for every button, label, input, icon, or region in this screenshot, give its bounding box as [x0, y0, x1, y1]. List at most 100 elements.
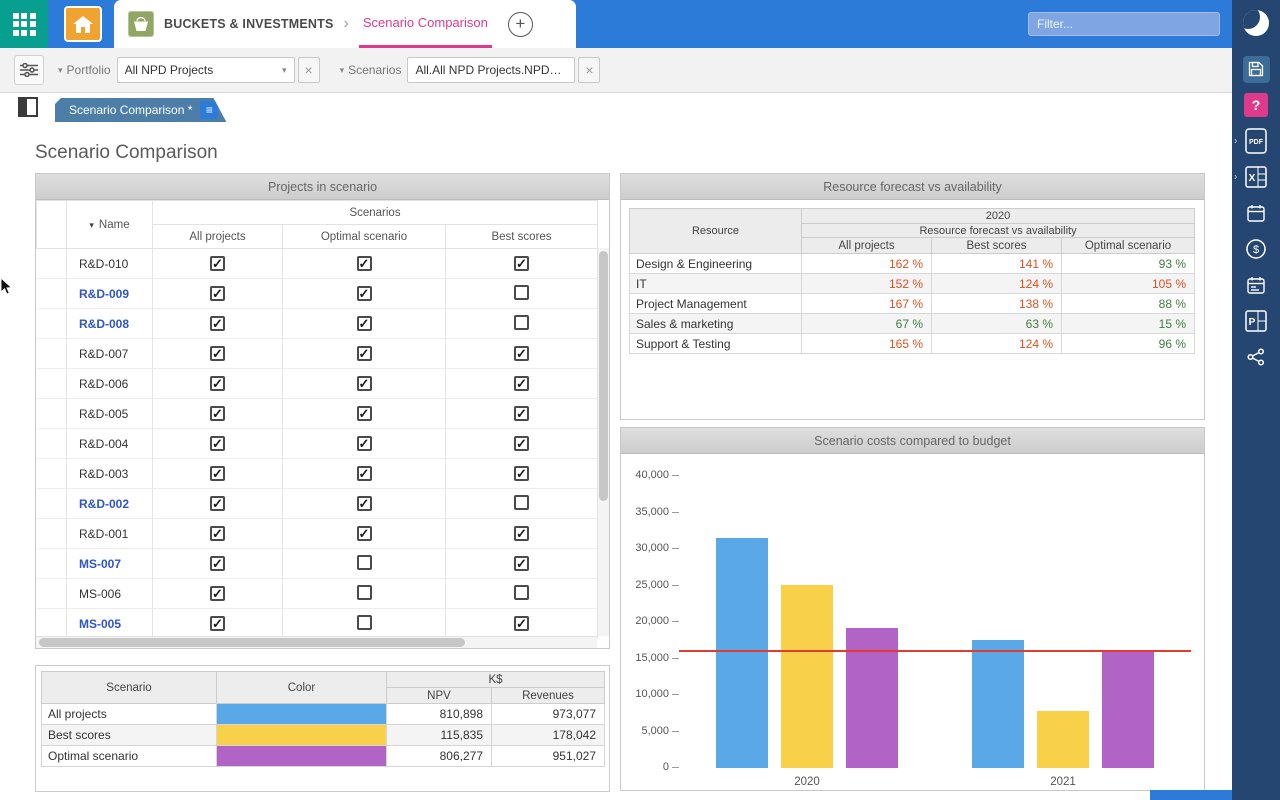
column-header-all-projects[interactable]: All projects: [153, 225, 283, 249]
scenario-checkbox[interactable]: ✓: [210, 376, 225, 391]
scenario-checkbox[interactable]: ✓: [514, 466, 529, 481]
add-tab-button[interactable]: +: [508, 12, 533, 37]
project-name-link[interactable]: R&D-009: [67, 279, 153, 309]
scenario-checkbox[interactable]: ✓: [357, 526, 372, 541]
scenario-checkbox[interactable]: ✓: [357, 406, 372, 421]
filter-toolbar: ▾ Portfolio All NPD Projects ▾ × ▾ Scena…: [0, 48, 1232, 93]
project-name-link[interactable]: MS-005: [67, 609, 153, 639]
scenario-checkbox[interactable]: ✓: [210, 436, 225, 451]
project-name-link[interactable]: R&D-005: [67, 399, 153, 429]
home-button[interactable]: [64, 6, 102, 42]
scenario-checkbox[interactable]: [514, 315, 529, 330]
project-row: R&D-009 ✓ ✓: [37, 279, 598, 309]
scenario-checkbox[interactable]: ✓: [210, 286, 225, 301]
column-header-optimal-scenario: Optimal scenario: [1062, 238, 1195, 254]
scenario-checkbox[interactable]: [357, 615, 372, 630]
scenario-checkbox[interactable]: ✓: [357, 376, 372, 391]
scenario-checkbox[interactable]: ✓: [514, 616, 529, 631]
row-selector-cell[interactable]: [37, 489, 67, 519]
active-view-tab[interactable]: Scenario Comparison: [359, 0, 492, 48]
row-selector-cell[interactable]: [37, 339, 67, 369]
project-name-link[interactable]: MS-007: [67, 549, 153, 579]
apps-grid-button[interactable]: [0, 0, 48, 48]
scenario-checkbox[interactable]: ✓: [210, 616, 225, 631]
row-selector-cell[interactable]: [37, 399, 67, 429]
filter-input[interactable]: [1028, 12, 1220, 36]
pdf-export-button[interactable]: › PDF: [1232, 126, 1280, 156]
scenario-checkbox[interactable]: ✓: [357, 316, 372, 331]
project-name-link[interactable]: R&D-004: [67, 429, 153, 459]
module-tab-label[interactable]: BUCKETS & INVESTMENTS: [164, 17, 334, 31]
checkbox-cell: ✓: [446, 339, 598, 369]
scenario-checkbox[interactable]: ✓: [514, 556, 529, 571]
save-button[interactable]: [1232, 54, 1280, 84]
scenario-checkbox[interactable]: ✓: [357, 496, 372, 511]
project-name-link[interactable]: R&D-002: [67, 489, 153, 519]
row-selector-cell[interactable]: [37, 369, 67, 399]
scenario-checkbox[interactable]: ✓: [210, 526, 225, 541]
scenario-checkbox[interactable]: ✓: [357, 466, 372, 481]
cost-view-button[interactable]: $: [1232, 234, 1280, 264]
view-tab[interactable]: Scenario Comparison * ≡: [55, 98, 226, 122]
scenario-checkbox[interactable]: ✓: [210, 256, 225, 271]
scenario-checkbox[interactable]: ✓: [210, 556, 225, 571]
project-name-link[interactable]: MS-006: [67, 579, 153, 609]
row-selector-cell[interactable]: [37, 429, 67, 459]
scenario-checkbox[interactable]: ✓: [357, 256, 372, 271]
scenario-checkbox[interactable]: [514, 585, 529, 600]
vertical-scrollbar-thumb[interactable]: [599, 251, 608, 501]
scenario-checkbox[interactable]: ✓: [514, 256, 529, 271]
project-name-link[interactable]: R&D-010: [67, 249, 153, 279]
column-header-best-scores[interactable]: Best scores: [446, 225, 598, 249]
scenario-checkbox[interactable]: ✓: [210, 406, 225, 421]
clear-scenarios-button[interactable]: ×: [578, 57, 600, 83]
scenario-checkbox[interactable]: ✓: [210, 466, 225, 481]
scenario-checkbox[interactable]: ✓: [210, 586, 225, 601]
share-button[interactable]: [1232, 342, 1280, 372]
scenario-checkbox[interactable]: [514, 285, 529, 300]
scenario-checkbox[interactable]: ✓: [357, 346, 372, 361]
row-selector-cell[interactable]: [37, 309, 67, 339]
scenario-checkbox[interactable]: [357, 555, 372, 570]
row-selector-cell[interactable]: [37, 519, 67, 549]
scenario-checkbox[interactable]: ✓: [514, 346, 529, 361]
scenario-checkbox[interactable]: [357, 585, 372, 600]
calendar-view-button[interactable]: [1232, 198, 1280, 228]
scenario-checkbox[interactable]: [514, 495, 529, 510]
scenario-checkbox[interactable]: ✓: [210, 346, 225, 361]
scenario-checkbox[interactable]: ✓: [210, 496, 225, 511]
row-selector-cell[interactable]: [37, 549, 67, 579]
clear-portfolio-button[interactable]: ×: [298, 57, 320, 83]
help-button[interactable]: ?: [1232, 90, 1280, 120]
row-selector-cell[interactable]: [37, 249, 67, 279]
scenario-checkbox[interactable]: ✓: [357, 286, 372, 301]
scenario-checkbox[interactable]: ✓: [514, 436, 529, 451]
powerpoint-export-button[interactable]: P: [1232, 306, 1280, 336]
scenario-checkbox[interactable]: ✓: [514, 526, 529, 541]
scenario-checkbox[interactable]: ✓: [514, 406, 529, 421]
scenarios-select[interactable]: All.All NPD Projects.NPD_ADM...: [407, 57, 575, 83]
row-selector-cell[interactable]: [37, 579, 67, 609]
row-selector-cell[interactable]: [37, 609, 67, 639]
name-column-header[interactable]: ▾Name: [67, 201, 153, 249]
settings-sliders-button[interactable]: [14, 55, 44, 85]
utilization-value: 105 %: [1062, 274, 1195, 294]
portfolio-select[interactable]: All NPD Projects ▾: [117, 57, 295, 83]
project-name-link[interactable]: R&D-007: [67, 339, 153, 369]
project-name-link[interactable]: R&D-003: [67, 459, 153, 489]
horizontal-scrollbar-thumb[interactable]: [39, 638, 465, 647]
app-logo[interactable]: [1232, 8, 1280, 38]
project-name-link[interactable]: R&D-006: [67, 369, 153, 399]
project-name-link[interactable]: R&D-008: [67, 309, 153, 339]
panel-toggle-button[interactable]: [18, 97, 38, 117]
column-header-optimal-scenario[interactable]: Optimal scenario: [283, 225, 446, 249]
excel-export-button[interactable]: › X: [1232, 162, 1280, 192]
project-name-link[interactable]: R&D-001: [67, 519, 153, 549]
row-selector-cell[interactable]: [37, 459, 67, 489]
planner-view-button[interactable]: [1232, 270, 1280, 300]
row-selector-cell[interactable]: [37, 279, 67, 309]
scenario-checkbox[interactable]: ✓: [514, 376, 529, 391]
scenario-checkbox[interactable]: ✓: [357, 436, 372, 451]
tab-menu-icon[interactable]: ≡: [200, 101, 218, 119]
scenario-checkbox[interactable]: ✓: [210, 316, 225, 331]
